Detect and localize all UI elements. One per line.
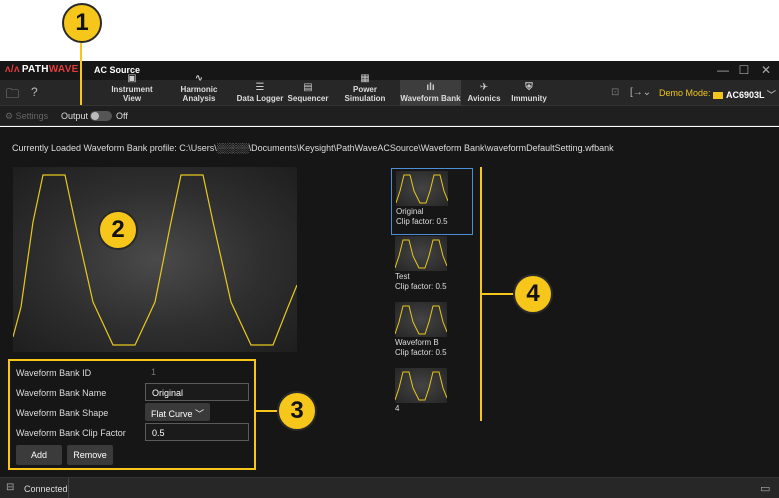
avionics-icon: ✈ [479, 82, 489, 93]
bank-item-test[interactable]: Test Clip factor: 0.5 [391, 234, 473, 301]
connection-status: Connected [24, 484, 68, 494]
logo-wave-icon: ʌ/ʌ [5, 64, 20, 75]
tab-sequencer[interactable]: ▤ Sequencer [287, 80, 329, 106]
callout-3: 3 [277, 391, 317, 431]
callout-4-hline [482, 293, 514, 295]
bank-item-clip: Clip factor: 0.5 [395, 282, 447, 291]
thumbnail-trace [394, 371, 448, 401]
waveform-properties-form: Waveform Bank ID 1 Waveform Bank Name Or… [8, 359, 256, 469]
bank-name-input[interactable]: Original [145, 383, 249, 401]
chat-icon[interactable]: ▭ [760, 482, 770, 495]
screenshot-stage: 1 ʌ/ʌ PATHWAVE AC Source — ☐ ✕ 🗀 ? ▣ Inst… [0, 0, 779, 498]
waveform-preview: 2 [13, 167, 297, 352]
chevron-down-icon: ﹀ [195, 409, 205, 419]
output-label: Output [61, 111, 89, 121]
bank-name-label: Waveform Bank Name [16, 388, 107, 398]
folder-icon[interactable]: 🗀 [6, 85, 19, 107]
row-bank-shape: Waveform Bank Shape Flat Curve ﹀ [8, 403, 256, 423]
callout-3-line [256, 410, 278, 412]
data-logger-icon: ☰ [255, 82, 265, 93]
bank-shape-select[interactable]: Flat Curve ﹀ [145, 403, 211, 421]
callout-1: 1 [62, 3, 102, 43]
help-icon[interactable]: ? [31, 85, 38, 99]
thumbnail-trace [395, 174, 449, 204]
output-toggle[interactable] [90, 111, 112, 121]
bank-shape-label: Waveform Bank Shape [16, 408, 109, 418]
toggle-knob [91, 112, 99, 120]
bank-item-name: 4 [395, 404, 400, 413]
status-divider [68, 478, 69, 498]
settings-bar: ⚙ Settings Output Off [0, 106, 779, 126]
waveform-bank-icon: ılı [426, 82, 435, 93]
exit-icon[interactable]: [→⌄ [630, 87, 651, 98]
row-bank-id: Waveform Bank ID 1 [8, 363, 256, 383]
bank-item-name: Test [395, 272, 410, 281]
clip-factor-input[interactable]: 0.5 [145, 423, 249, 441]
row-clip-factor: Waveform Bank Clip Factor 0.5 [8, 423, 256, 443]
callout-4: 4 [513, 274, 553, 314]
bank-item-4[interactable]: 4 [391, 366, 473, 433]
sequencer-icon: ▤ [303, 82, 313, 93]
output-state: Off [116, 111, 128, 121]
settings-button[interactable]: ⚙ Settings [5, 111, 48, 122]
remove-button[interactable]: Remove [67, 445, 113, 465]
bank-item-original[interactable]: Original Clip factor: 0.5 [391, 168, 473, 235]
chevron-down-icon: ﹀ [766, 90, 776, 100]
device-selector[interactable]: AC6903L ﹀ [713, 88, 776, 101]
tab-avionics[interactable]: ✈ Avionics [465, 80, 503, 106]
clip-factor-label: Waveform Bank Clip Factor [16, 428, 126, 438]
tab-waveform-bank[interactable]: ılı Waveform Bank [400, 80, 461, 106]
bank-item-clip: Clip factor: 0.5 [395, 348, 447, 357]
bank-item-name: Waveform B [395, 338, 439, 347]
tab-data-logger[interactable]: ☰ Data Logger [236, 80, 284, 106]
pathwave-logo: ʌ/ʌ PATHWAVE [5, 64, 79, 75]
connection-icon: ⊟ [6, 482, 15, 493]
bank-thumbnail [394, 236, 448, 271]
profile-path-text: Currently Loaded Waveform Bank profile: … [12, 143, 614, 153]
minimize-button[interactable]: — [715, 63, 731, 77]
instrument-view-icon: ▣ [127, 73, 137, 84]
bank-item-waveform-b[interactable]: Waveform B Clip factor: 0.5 [391, 300, 473, 367]
demo-mode-label: Demo Mode: [659, 88, 711, 98]
waveform-bank-list: Original Clip factor: 0.5 Test Clip fact… [391, 168, 476, 438]
thumbnail-trace [394, 239, 448, 269]
waveform-trace [13, 174, 297, 346]
bank-item-clip: Clip factor: 0.5 [396, 217, 448, 226]
callout-2: 2 [98, 210, 138, 250]
harmonic-analysis-icon: ∿ [194, 73, 204, 84]
gear-icon: ⚙ [5, 111, 14, 121]
close-button[interactable]: ✕ [758, 63, 774, 77]
bank-thumbnail [394, 302, 448, 337]
tab-power-simulation[interactable]: ▦ Power Simulation [333, 74, 397, 106]
tab-harmonic-analysis[interactable]: ∿ Harmonic Analysis [165, 74, 233, 106]
thumbnail-trace [394, 305, 448, 335]
bank-item-name: Original [396, 207, 424, 216]
bank-id-label: Waveform Bank ID [16, 368, 92, 378]
status-bar: ⊟ Connected ▭ [0, 477, 779, 498]
callout-1-line [80, 43, 82, 105]
power-simulation-icon: ▦ [360, 73, 370, 84]
device-chip-icon [713, 92, 723, 100]
main-toolbar: 🗀 ? ▣ Instrument View ∿ Harmonic Analysi… [0, 74, 779, 107]
add-button[interactable]: Add [16, 445, 62, 465]
immunity-icon: ⛨ [525, 82, 533, 93]
screen-icon[interactable]: ⊡ [611, 87, 619, 98]
row-bank-name: Waveform Bank Name Original [8, 383, 256, 403]
waveform-bank-panel: Currently Loaded Waveform Bank profile: … [0, 127, 779, 477]
tab-instrument-view[interactable]: ▣ Instrument View [102, 74, 162, 106]
title-bar: ʌ/ʌ PATHWAVE AC Source — ☐ ✕ [0, 61, 779, 80]
bank-thumbnail [395, 171, 449, 206]
waveform-preview-plot [13, 174, 297, 346]
bank-thumbnail [394, 368, 448, 403]
tab-immunity[interactable]: ⛨ Immunity [508, 80, 550, 106]
bank-id-value: 1 [151, 367, 157, 377]
maximize-button[interactable]: ☐ [736, 63, 752, 77]
